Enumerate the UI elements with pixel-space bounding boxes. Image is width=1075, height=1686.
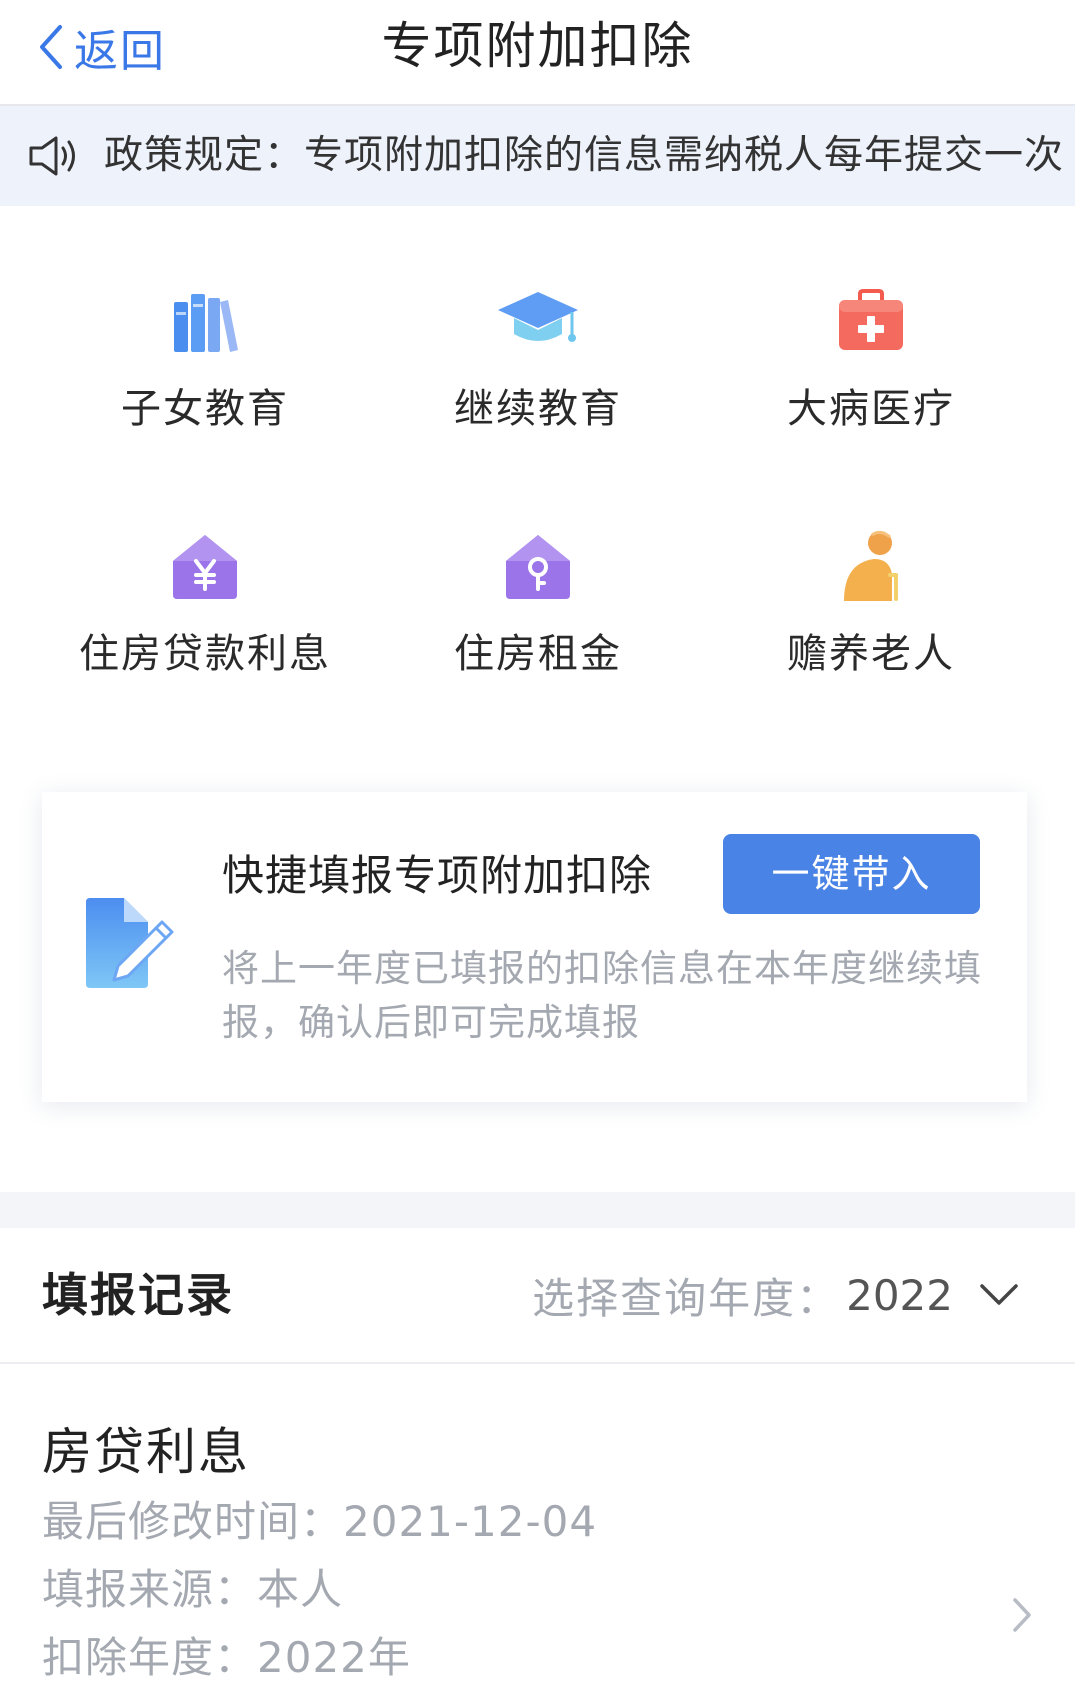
chevron-down-icon bbox=[980, 1284, 1018, 1305]
record-source: 填报来源：本人 bbox=[42, 1565, 344, 1614]
page-title: 专项附加扣除 bbox=[381, 17, 694, 75]
records-title: 填报记录 bbox=[42, 1268, 234, 1322]
category-label: 继续教育 bbox=[454, 386, 622, 432]
chevron-right-icon bbox=[1013, 1598, 1031, 1632]
graduation-cap-icon bbox=[498, 292, 578, 342]
category-children-education[interactable]: 子女教育 bbox=[40, 276, 370, 476]
category-label: 住房租金 bbox=[454, 631, 622, 677]
quick-fill-title: 快捷填报专项附加扣除 bbox=[222, 851, 653, 900]
header: 返回 专项附加扣除 bbox=[0, 0, 1075, 106]
record-name: 房贷利息 bbox=[42, 1423, 250, 1481]
category-housing-rent[interactable]: 住房租金 bbox=[373, 521, 703, 721]
category-label: 大病医疗 bbox=[787, 386, 955, 432]
category-label: 赡养老人 bbox=[787, 631, 955, 677]
house-key-icon bbox=[506, 535, 570, 599]
books-icon bbox=[174, 294, 238, 352]
category-label: 住房贷款利息 bbox=[79, 631, 331, 677]
year-selector-label: 选择查询年度： bbox=[532, 1273, 841, 1323]
house-yuan-icon bbox=[173, 535, 237, 599]
category-serious-illness[interactable]: 大病医疗 bbox=[706, 276, 1036, 476]
category-label: 子女教育 bbox=[121, 386, 289, 432]
elderly-person-icon bbox=[844, 530, 898, 601]
category-housing-loan-interest[interactable]: 住房贷款利息 bbox=[40, 521, 370, 721]
category-elderly-support[interactable]: 赡养老人 bbox=[706, 521, 1036, 721]
record-modified-time: 最后修改时间：2021-12-04 bbox=[42, 1497, 598, 1546]
records-header: 填报记录 选择查询年度： 2022 bbox=[0, 1228, 1075, 1364]
record-deduction-year: 扣除年度：2022年 bbox=[42, 1633, 411, 1682]
category-continuing-education[interactable]: 继续教育 bbox=[373, 276, 703, 476]
document-edit-icon bbox=[86, 898, 174, 988]
year-selector-value: 2022 bbox=[846, 1270, 953, 1320]
medical-kit-icon bbox=[839, 289, 903, 350]
speaker-icon bbox=[29, 136, 75, 176]
notice-text: 政策规定：专项附加扣除的信息需纳税人每年提交一次 bbox=[104, 133, 1065, 178]
quick-fill-card: 快捷填报专项附加扣除 一键带入 将上一年度已填报的扣除信息在本年度继续填报，确认… bbox=[42, 792, 1027, 1102]
year-selector[interactable]: 选择查询年度： 2022 bbox=[532, 1228, 1019, 1362]
record-item[interactable]: 房贷利息 最后修改时间：2021-12-04 填报来源：本人 扣除年度：2022… bbox=[0, 1364, 1075, 1686]
deduction-category-grid: 子女教育 继续教育 大病医疗 住房贷款利息 住房租金 赡养老人 bbox=[0, 206, 1075, 766]
policy-notice-bar: 政策规定：专项附加扣除的信息需纳税人每年提交一次 bbox=[0, 106, 1075, 206]
section-divider bbox=[0, 1192, 1075, 1228]
quick-fill-description: 将上一年度已填报的扣除信息在本年度继续填报，确认后即可完成填报 bbox=[222, 947, 982, 1044]
one-click-import-button[interactable]: 一键带入 bbox=[723, 834, 980, 914]
